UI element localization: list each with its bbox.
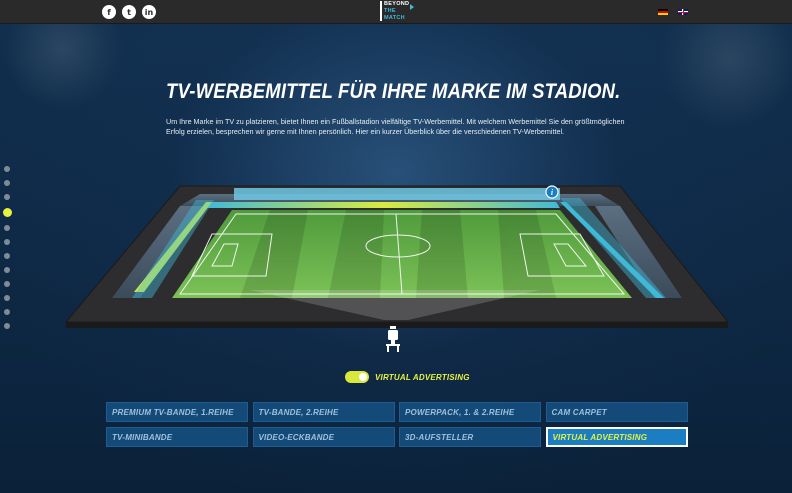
german-flag-icon[interactable] <box>658 9 668 15</box>
brand-logo[interactable]: BEYOND THE MATCH <box>380 1 414 21</box>
nav-dot[interactable] <box>4 253 10 259</box>
nav-dot[interactable] <box>4 225 10 231</box>
nav-dot[interactable] <box>4 194 10 200</box>
uk-flag-icon[interactable] <box>678 9 688 15</box>
option-tile[interactable]: 3D-AUFSTELLER <box>399 427 541 447</box>
option-tile[interactable]: POWERPACK, 1. & 2.REIHE <box>399 402 541 422</box>
nav-dot[interactable] <box>4 166 10 172</box>
logo-arrow-icon <box>410 4 414 10</box>
nav-dot[interactable] <box>2 208 12 217</box>
language-switcher <box>658 9 688 15</box>
nav-dot[interactable] <box>4 281 10 287</box>
virtual-advertising-toggle-row: VIRTUAL ADVERTISING <box>345 371 470 383</box>
board-top <box>206 202 560 208</box>
option-tile[interactable]: PREMIUM TV-BANDE, 1.REIHE <box>106 402 248 422</box>
nav-dot[interactable] <box>4 239 10 245</box>
option-tile[interactable]: TV-MINIBANDE <box>106 427 248 447</box>
stadium-diagram: i <box>64 185 730 328</box>
tv-camera-icon <box>386 326 400 352</box>
nav-dot[interactable] <box>4 180 10 186</box>
nav-dot[interactable] <box>4 309 10 315</box>
twitter-icon[interactable]: t <box>122 5 136 19</box>
nav-dot[interactable] <box>4 267 10 273</box>
advertising-options-grid: PREMIUM TV-BANDE, 1.REIHE TV-BANDE, 2.REI… <box>106 402 688 447</box>
facebook-icon[interactable]: f <box>102 5 116 19</box>
section-nav-dots <box>2 166 12 329</box>
virtual-advertising-toggle[interactable] <box>345 371 369 383</box>
option-tile[interactable]: CAM CARPET <box>545 402 688 422</box>
nav-dot[interactable] <box>4 295 10 301</box>
option-tile[interactable]: VIDEO-ECKBANDE <box>252 427 395 447</box>
option-tile[interactable]: VIRTUAL ADVERTISING <box>545 427 688 447</box>
social-links: f t in <box>102 5 156 19</box>
linkedin-icon[interactable]: in <box>142 5 156 19</box>
virtual-board-top <box>234 188 560 200</box>
page-title: TV-WERBEMITTEL FÜR IHRE MARKE IM STADION… <box>166 80 621 103</box>
option-tile[interactable]: TV-BANDE, 2.REIHE <box>252 402 395 422</box>
top-bar: f t in BEYOND THE MATCH <box>0 0 792 24</box>
nav-dot[interactable] <box>4 323 10 329</box>
pitch <box>172 210 632 298</box>
toggle-label: VIRTUAL ADVERTISING <box>375 372 470 382</box>
intro-text: Um Ihre Marke im TV zu platzieren, biete… <box>166 117 625 136</box>
